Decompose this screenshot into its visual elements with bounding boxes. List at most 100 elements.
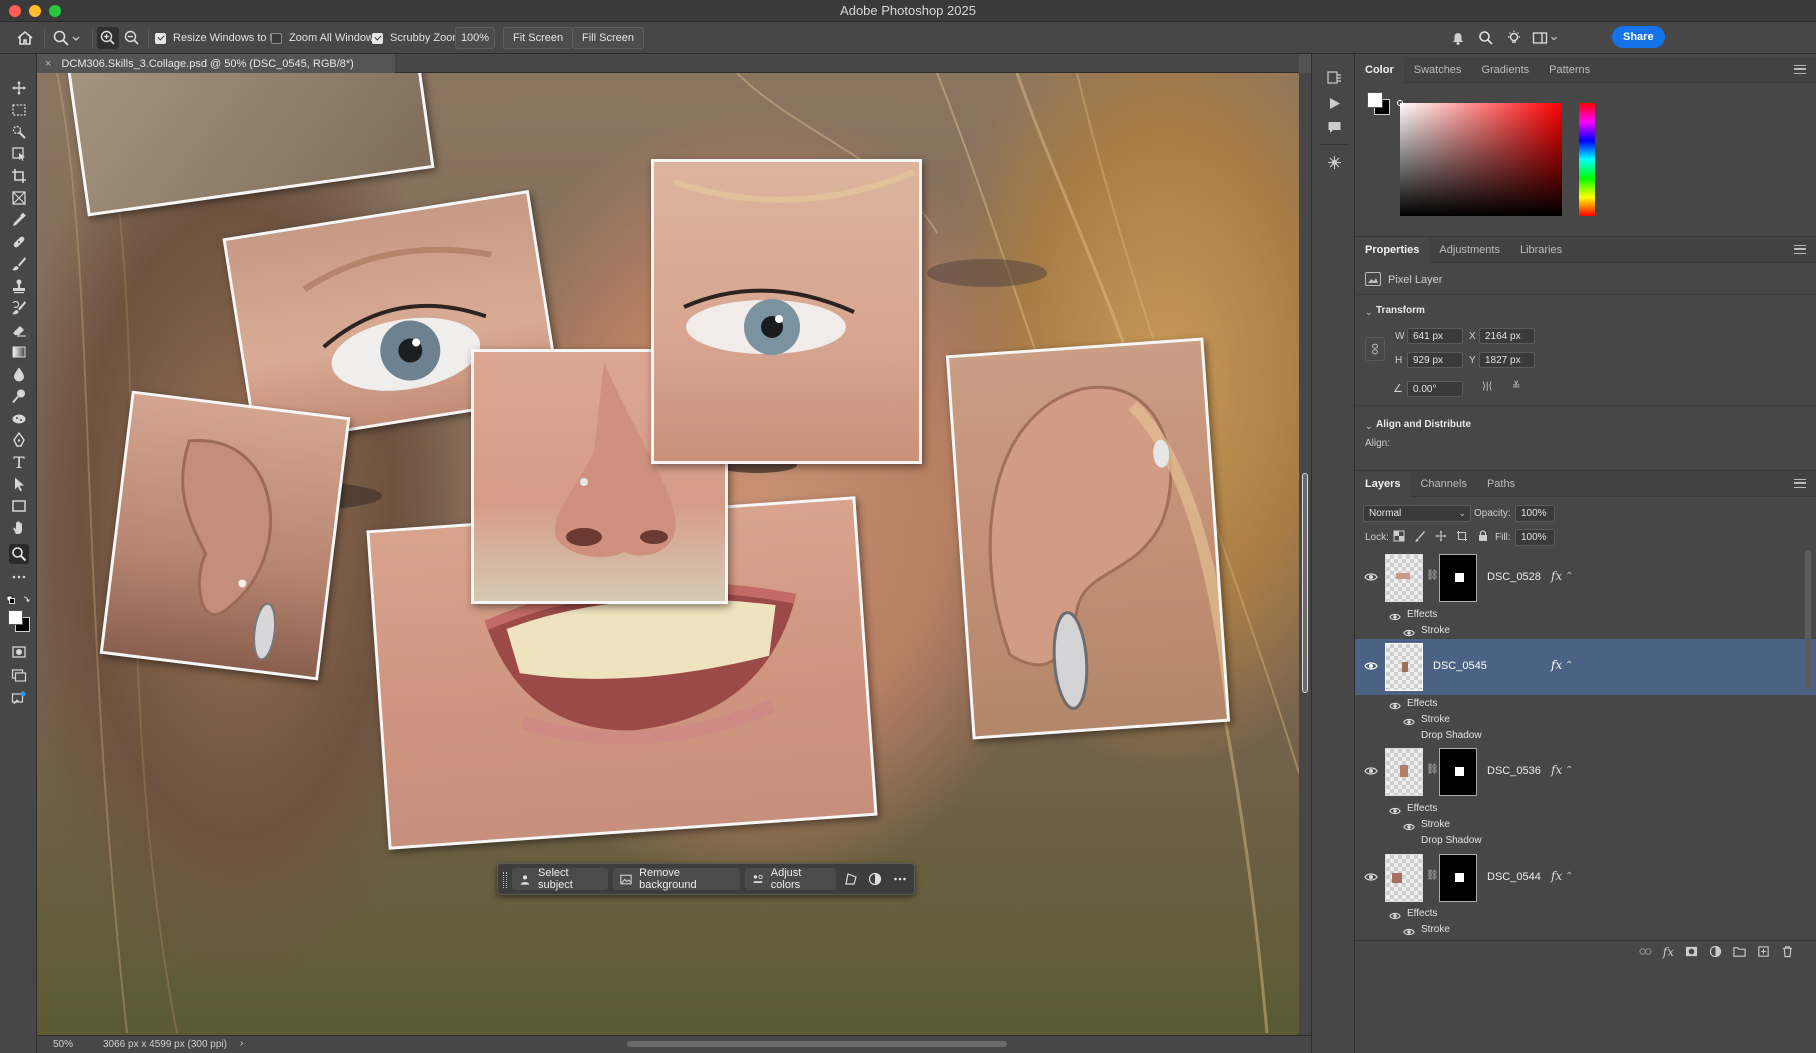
- checkbox-checked[interactable]: [155, 32, 166, 44]
- zoom-in-button[interactable]: [97, 22, 119, 54]
- lock-pixels-icon[interactable]: [1414, 530, 1426, 542]
- collapse-effects-icon[interactable]: ⌃: [1565, 571, 1573, 582]
- chevron-down-icon[interactable]: ⌄: [1365, 421, 1373, 432]
- close-tab-icon[interactable]: ×: [45, 58, 51, 70]
- stroke-visibility-icon[interactable]: [1403, 627, 1415, 639]
- marquee-tool[interactable]: [9, 100, 29, 120]
- width-field[interactable]: 641 px: [1407, 328, 1463, 344]
- link-layers-icon[interactable]: [1639, 945, 1652, 958]
- angle-field[interactable]: 0.00°: [1407, 381, 1463, 397]
- layer-mask-thumbnail[interactable]: [1439, 854, 1477, 902]
- resize-windows-checkbox[interactable]: Resize Windows to Fit: [155, 22, 282, 54]
- effect-stroke[interactable]: Stroke: [1421, 819, 1450, 830]
- collage-photo-eye-right[interactable]: [651, 159, 922, 464]
- link-icon[interactable]: ⛓: [1426, 570, 1439, 581]
- zoom-level[interactable]: 50%: [53, 1039, 73, 1050]
- brush-tool[interactable]: [9, 254, 29, 274]
- document-canvas[interactable]: Select subject Remove background Adjust …: [37, 73, 1299, 1035]
- select-subject-button[interactable]: Select subject: [512, 867, 609, 891]
- vertical-scrollbar[interactable]: [1299, 73, 1311, 1035]
- scrubby-zoom-checkbox[interactable]: Scrubby Zoom: [372, 22, 462, 54]
- effect-stroke[interactable]: Stroke: [1421, 714, 1450, 725]
- collapse-effects-icon[interactable]: ⌃: [1565, 660, 1573, 671]
- tool-preset-picker[interactable]: [52, 22, 82, 54]
- lock-position-icon[interactable]: [1435, 530, 1447, 542]
- move-tool[interactable]: [9, 78, 29, 98]
- clone-stamp-tool[interactable]: [9, 276, 29, 296]
- adjustment-layer-icon[interactable]: [1709, 945, 1722, 958]
- transform-button[interactable]: [841, 868, 861, 890]
- x-position-field[interactable]: 2164 px: [1479, 328, 1535, 344]
- share-button[interactable]: Share: [1612, 26, 1665, 48]
- workspace-switcher[interactable]: [1531, 22, 1559, 54]
- add-style-icon[interactable]: fx: [1663, 945, 1674, 959]
- edit-toolbar-button[interactable]: [9, 567, 29, 587]
- discover-button[interactable]: [1505, 22, 1523, 54]
- layer-row-selected[interactable]: DSC_0545 fx ⌃: [1355, 639, 1816, 695]
- tab-layers[interactable]: Layers: [1355, 470, 1411, 497]
- panel-menu-icon[interactable]: [1794, 245, 1806, 254]
- scrollbar-thumb[interactable]: [1302, 473, 1308, 693]
- fx-icon[interactable]: fx: [1551, 569, 1562, 583]
- link-icon[interactable]: ⛓: [1426, 764, 1439, 775]
- gradient-tool[interactable]: [9, 342, 29, 362]
- history-brush-tool[interactable]: [9, 298, 29, 318]
- collapse-effects-icon[interactable]: ⌃: [1565, 765, 1573, 776]
- fx-icon[interactable]: fx: [1551, 763, 1562, 777]
- screen-mode-button[interactable]: [9, 665, 29, 685]
- collage-photo-ear-left[interactable]: [99, 390, 351, 681]
- layer-row[interactable]: ⛓ DSC_0544 fx ⌃: [1355, 850, 1816, 906]
- default-colors-button[interactable]: [6, 594, 31, 604]
- lock-transparent-icon[interactable]: [1393, 530, 1405, 542]
- history-panel-button[interactable]: [1325, 68, 1343, 86]
- type-tool[interactable]: [9, 452, 29, 472]
- document-tab[interactable]: × DCM306.Skills_3.Collage.psd @ 50% (DSC…: [37, 54, 395, 73]
- dodge-tool[interactable]: [9, 386, 29, 406]
- fill-field[interactable]: 100%: [1515, 529, 1555, 546]
- lock-artboard-icon[interactable]: [1456, 530, 1468, 542]
- collage-photo-ear-right[interactable]: [945, 337, 1231, 740]
- generative-fill-button[interactable]: [9, 688, 29, 708]
- hue-slider[interactable]: [1579, 103, 1595, 216]
- panel-menu-icon[interactable]: [1794, 479, 1806, 488]
- transform-section-title[interactable]: Transform: [1376, 305, 1425, 316]
- trash-icon[interactable]: [1781, 945, 1794, 958]
- new-layer-icon[interactable]: [1757, 945, 1770, 958]
- layer-row[interactable]: ⛓ DSC_0536 fx ⌃: [1355, 744, 1816, 800]
- layer-row[interactable]: ⛓ DSC_0528 fx ⌃: [1355, 550, 1816, 606]
- y-position-field[interactable]: 1827 px: [1479, 352, 1535, 368]
- checkbox-unchecked[interactable]: [271, 32, 282, 44]
- checkbox-checked[interactable]: [372, 32, 383, 44]
- crop-tool[interactable]: [9, 166, 29, 186]
- blur-tool[interactable]: [9, 364, 29, 384]
- comments-panel-button[interactable]: [1325, 118, 1343, 136]
- stroke-visibility-icon[interactable]: [1403, 926, 1415, 938]
- effect-stroke[interactable]: Stroke: [1421, 625, 1450, 636]
- zoom-tool[interactable]: [9, 544, 29, 564]
- effects-visibility-icon[interactable]: [1389, 910, 1401, 922]
- zoom-percent-field[interactable]: 100%: [455, 27, 495, 49]
- object-selection-tool[interactable]: [9, 122, 29, 142]
- adjust-colors-button[interactable]: Adjust colors: [744, 867, 836, 891]
- color-swatches[interactable]: [6, 608, 32, 634]
- home-button[interactable]: [16, 22, 34, 54]
- panel-menu-icon[interactable]: [1794, 65, 1806, 74]
- healing-brush-tool[interactable]: [9, 232, 29, 252]
- layer-mask-thumbnail[interactable]: [1439, 748, 1477, 796]
- visibility-eye-icon[interactable]: [1364, 570, 1378, 584]
- search-button[interactable]: [1477, 22, 1495, 54]
- hand-tool[interactable]: [9, 518, 29, 538]
- opacity-field[interactable]: 100%: [1515, 505, 1555, 522]
- align-section-title[interactable]: Align and Distribute: [1376, 419, 1471, 430]
- foreground-swatch[interactable]: [1367, 92, 1383, 108]
- tab-libraries[interactable]: Libraries: [1510, 237, 1572, 263]
- visibility-eye-icon[interactable]: [1364, 870, 1378, 884]
- tab-properties[interactable]: Properties: [1355, 236, 1430, 263]
- fx-icon[interactable]: fx: [1551, 869, 1562, 883]
- status-menu-arrow[interactable]: ›: [240, 1038, 243, 1049]
- folder-icon[interactable]: [1733, 945, 1746, 958]
- chevron-down-icon[interactable]: ⌄: [1365, 307, 1373, 318]
- fx-icon[interactable]: fx: [1551, 658, 1562, 672]
- horizontal-scrollbar-thumb[interactable]: [627, 1041, 1007, 1047]
- mask-button[interactable]: [865, 868, 885, 890]
